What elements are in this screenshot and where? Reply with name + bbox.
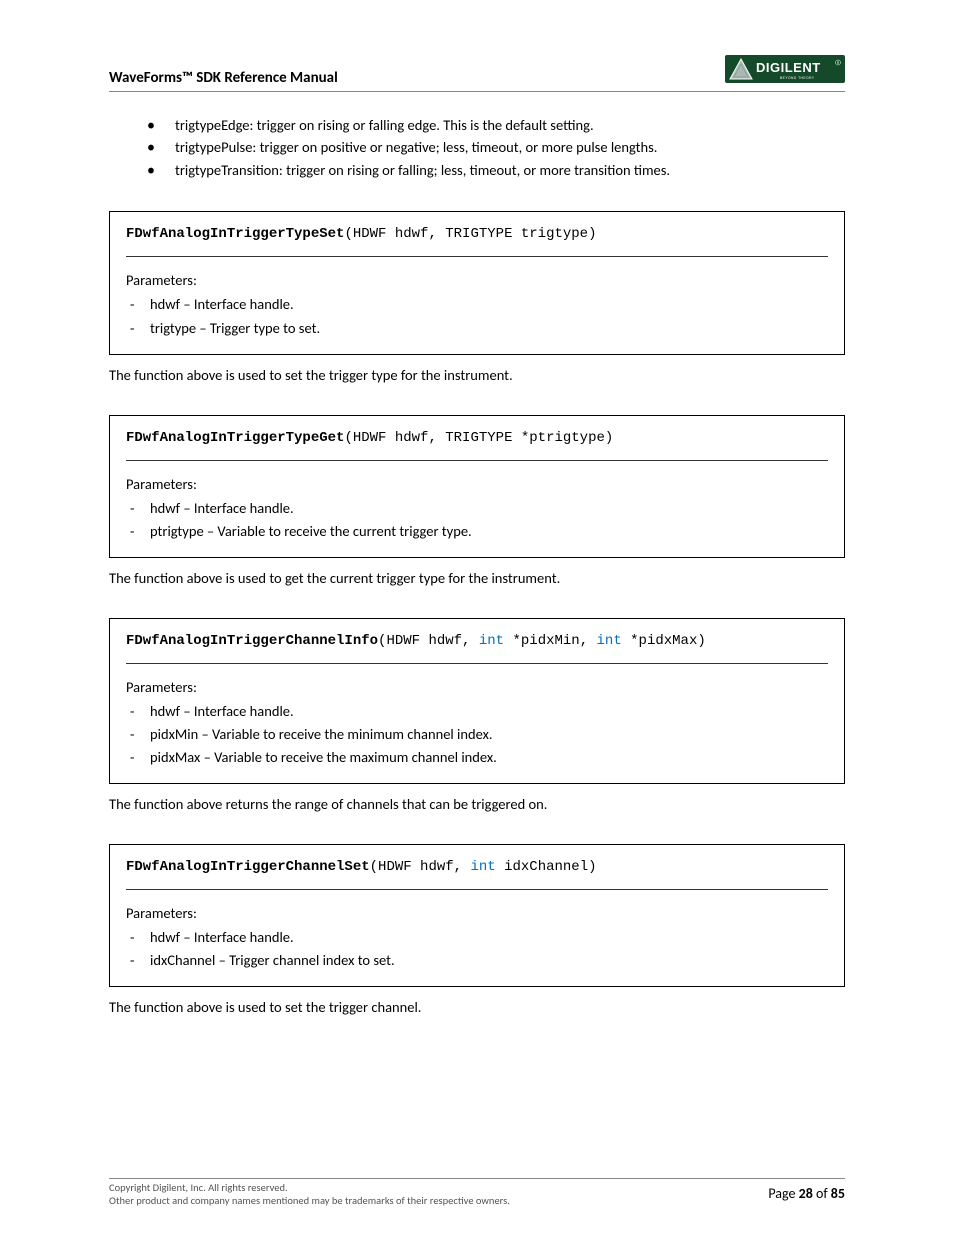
parameter-item: trigtype – Trigger type to set. <box>126 317 828 340</box>
digilent-logo: DIGILENT BEYOND THEORY R <box>725 55 845 87</box>
intro-bullet-item: trigtypeEdge: trigger on rising or falli… <box>147 114 845 136</box>
function-description: The function above is used to get the cu… <box>109 568 845 590</box>
function-signature: FDwfAnalogInTriggerChannelSet(HDWF hdwf,… <box>126 859 828 890</box>
parameters-heading: Parameters: <box>126 475 828 493</box>
svg-text:DIGILENT: DIGILENT <box>756 60 821 75</box>
trademark-text: Other product and company names mentione… <box>109 1194 510 1207</box>
parameter-item: pidxMax – Variable to receive the maximu… <box>126 746 828 769</box>
copyright-text: Copyright Digilent, Inc. All rights rese… <box>109 1181 510 1194</box>
intro-bullet-list: trigtypeEdge: trigger on rising or falli… <box>147 114 845 181</box>
function-name: FDwfAnalogInTriggerChannelSet <box>126 859 370 875</box>
parameter-item: idxChannel – Trigger channel index to se… <box>126 949 828 972</box>
logo-icon: DIGILENT BEYOND THEORY R <box>725 55 845 83</box>
keyword: int <box>479 633 504 649</box>
function-signature: FDwfAnalogInTriggerTypeGet(HDWF hdwf, TR… <box>126 430 828 461</box>
function-signature: FDwfAnalogInTriggerChannelInfo(HDWF hdwf… <box>126 633 828 664</box>
page-header: WaveForms™ SDK Reference Manual DIGILENT… <box>109 55 845 92</box>
function-description: The function above is used to set the tr… <box>109 997 845 1019</box>
function-description: The function above is used to set the tr… <box>109 365 845 387</box>
function-name: FDwfAnalogInTriggerTypeGet <box>126 430 344 446</box>
function-box: FDwfAnalogInTriggerChannelSet(HDWF hdwf,… <box>109 844 845 987</box>
parameter-list: hdwf – Interface handle. pidxMin – Varia… <box>126 700 828 770</box>
function-description: The function above returns the range of … <box>109 794 845 816</box>
parameter-item: hdwf – Interface handle. <box>126 497 828 520</box>
svg-text:BEYOND THEORY: BEYOND THEORY <box>780 76 815 80</box>
function-args: idxChannel) <box>496 859 597 875</box>
function-box: FDwfAnalogInTriggerChannelInfo(HDWF hdwf… <box>109 618 845 785</box>
parameter-list: hdwf – Interface handle. ptrigtype – Var… <box>126 497 828 543</box>
parameter-item: pidxMin – Variable to receive the minimu… <box>126 723 828 746</box>
function-box: FDwfAnalogInTriggerTypeGet(HDWF hdwf, TR… <box>109 415 845 558</box>
keyword: int <box>470 859 495 875</box>
intro-bullet-item: trigtypePulse: trigger on positive or ne… <box>147 136 845 158</box>
parameter-item: hdwf – Interface handle. <box>126 293 828 316</box>
footer-left: Copyright Digilent, Inc. All rights rese… <box>109 1181 510 1207</box>
intro-bullet-item: trigtypeTransition: trigger on rising or… <box>147 159 845 181</box>
function-name: FDwfAnalogInTriggerTypeSet <box>126 226 344 242</box>
function-args: (HDWF hdwf, <box>378 633 479 649</box>
function-box: FDwfAnalogInTriggerTypeSet(HDWF hdwf, TR… <box>109 211 845 354</box>
function-name: FDwfAnalogInTriggerChannelInfo <box>126 633 378 649</box>
parameters-heading: Parameters: <box>126 904 828 922</box>
page-number: Page 28 of 85 <box>768 1181 845 1202</box>
function-args: (HDWF hdwf, TRIGTYPE trigtype) <box>344 226 596 242</box>
parameter-item: hdwf – Interface handle. <box>126 700 828 723</box>
header-title: WaveForms™ SDK Reference Manual <box>109 69 338 87</box>
function-args: (HDWF hdwf, TRIGTYPE *ptrigtype) <box>344 430 613 446</box>
function-signature: FDwfAnalogInTriggerTypeSet(HDWF hdwf, TR… <box>126 226 828 257</box>
parameters-heading: Parameters: <box>126 271 828 289</box>
function-args: *pidxMax) <box>622 633 706 649</box>
document-page: WaveForms™ SDK Reference Manual DIGILENT… <box>0 0 954 1235</box>
parameter-list: hdwf – Interface handle. trigtype – Trig… <box>126 293 828 339</box>
parameter-list: hdwf – Interface handle. idxChannel – Tr… <box>126 926 828 972</box>
page-footer: Copyright Digilent, Inc. All rights rese… <box>109 1178 845 1207</box>
parameter-item: ptrigtype – Variable to receive the curr… <box>126 520 828 543</box>
parameter-item: hdwf – Interface handle. <box>126 926 828 949</box>
function-args: *pidxMin, <box>504 633 596 649</box>
parameters-heading: Parameters: <box>126 678 828 696</box>
keyword: int <box>597 633 622 649</box>
function-args: (HDWF hdwf, <box>370 859 471 875</box>
